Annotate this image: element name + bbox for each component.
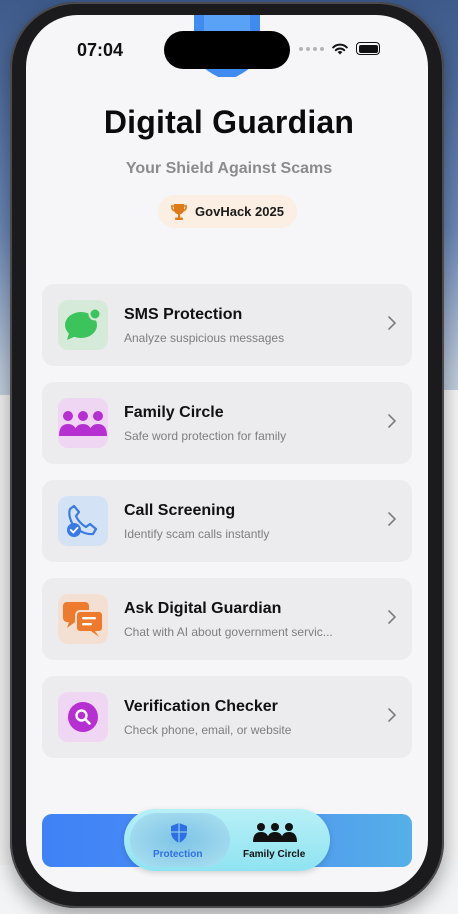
tab-protection-label: Protection (153, 849, 203, 860)
family-icon (59, 411, 107, 436)
app-subtitle: Your Shield Against Scams (125, 160, 333, 177)
family-circle-card[interactable]: Family Circle Safe word protection for f… (42, 382, 412, 464)
call-icon-container (58, 496, 108, 546)
dynamic-island (164, 31, 290, 69)
card-title: Ask Digital Guardian (124, 600, 282, 617)
phone-check-icon (67, 504, 98, 537)
shield-icon (171, 823, 187, 843)
search-icon (68, 702, 98, 732)
verify-icon-container (58, 692, 108, 742)
card-title: Family Circle (124, 404, 224, 421)
wifi-icon (332, 43, 348, 54)
family-tab-icon[interactable] (252, 822, 298, 844)
card-subtitle: Identify scam calls instantly (124, 527, 270, 541)
card-title: Verification Checker (124, 698, 278, 715)
chat-icon (63, 602, 104, 637)
sms-protection-card[interactable]: SMS Protection Analyze suspicious messag… (42, 284, 412, 366)
sms-icon-container (58, 300, 108, 350)
chevron-right-icon (388, 316, 396, 330)
status-icons (299, 42, 380, 55)
govhack-badge: GovHack 2025 (158, 195, 297, 228)
tab-family-circle-label[interactable]: Family Circle (243, 849, 305, 860)
card-title: Call Screening (124, 502, 236, 519)
battery-icon (356, 42, 380, 55)
family-icon-container (58, 398, 108, 448)
message-icon (65, 308, 102, 340)
chevron-right-icon (388, 414, 396, 428)
ask-digital-guardian-card[interactable]: Ask Digital Guardian Chat with AI about … (42, 578, 412, 660)
trophy-icon (171, 203, 188, 220)
card-subtitle: Check phone, email, or website (124, 723, 292, 737)
verification-checker-card[interactable]: Verification Checker Check phone, email,… (42, 676, 412, 758)
app-title: Digital Guardian (103, 104, 355, 140)
cellular-signal-icon (299, 46, 324, 51)
chevron-right-icon (388, 610, 396, 624)
call-screening-card[interactable]: Call Screening Identify scam calls insta… (42, 480, 412, 562)
status-time: 07:04 (77, 40, 124, 60)
chevron-right-icon (388, 512, 396, 526)
card-title: SMS Protection (124, 306, 243, 323)
card-subtitle: Analyze suspicious messages (124, 331, 285, 345)
card-subtitle: Safe word protection for family (124, 429, 287, 443)
chat-icon-container (58, 594, 108, 644)
chevron-right-icon (388, 708, 396, 722)
card-subtitle: Chat with AI about government servic... (124, 625, 333, 639)
badge-label: GovHack 2025 (195, 204, 284, 219)
